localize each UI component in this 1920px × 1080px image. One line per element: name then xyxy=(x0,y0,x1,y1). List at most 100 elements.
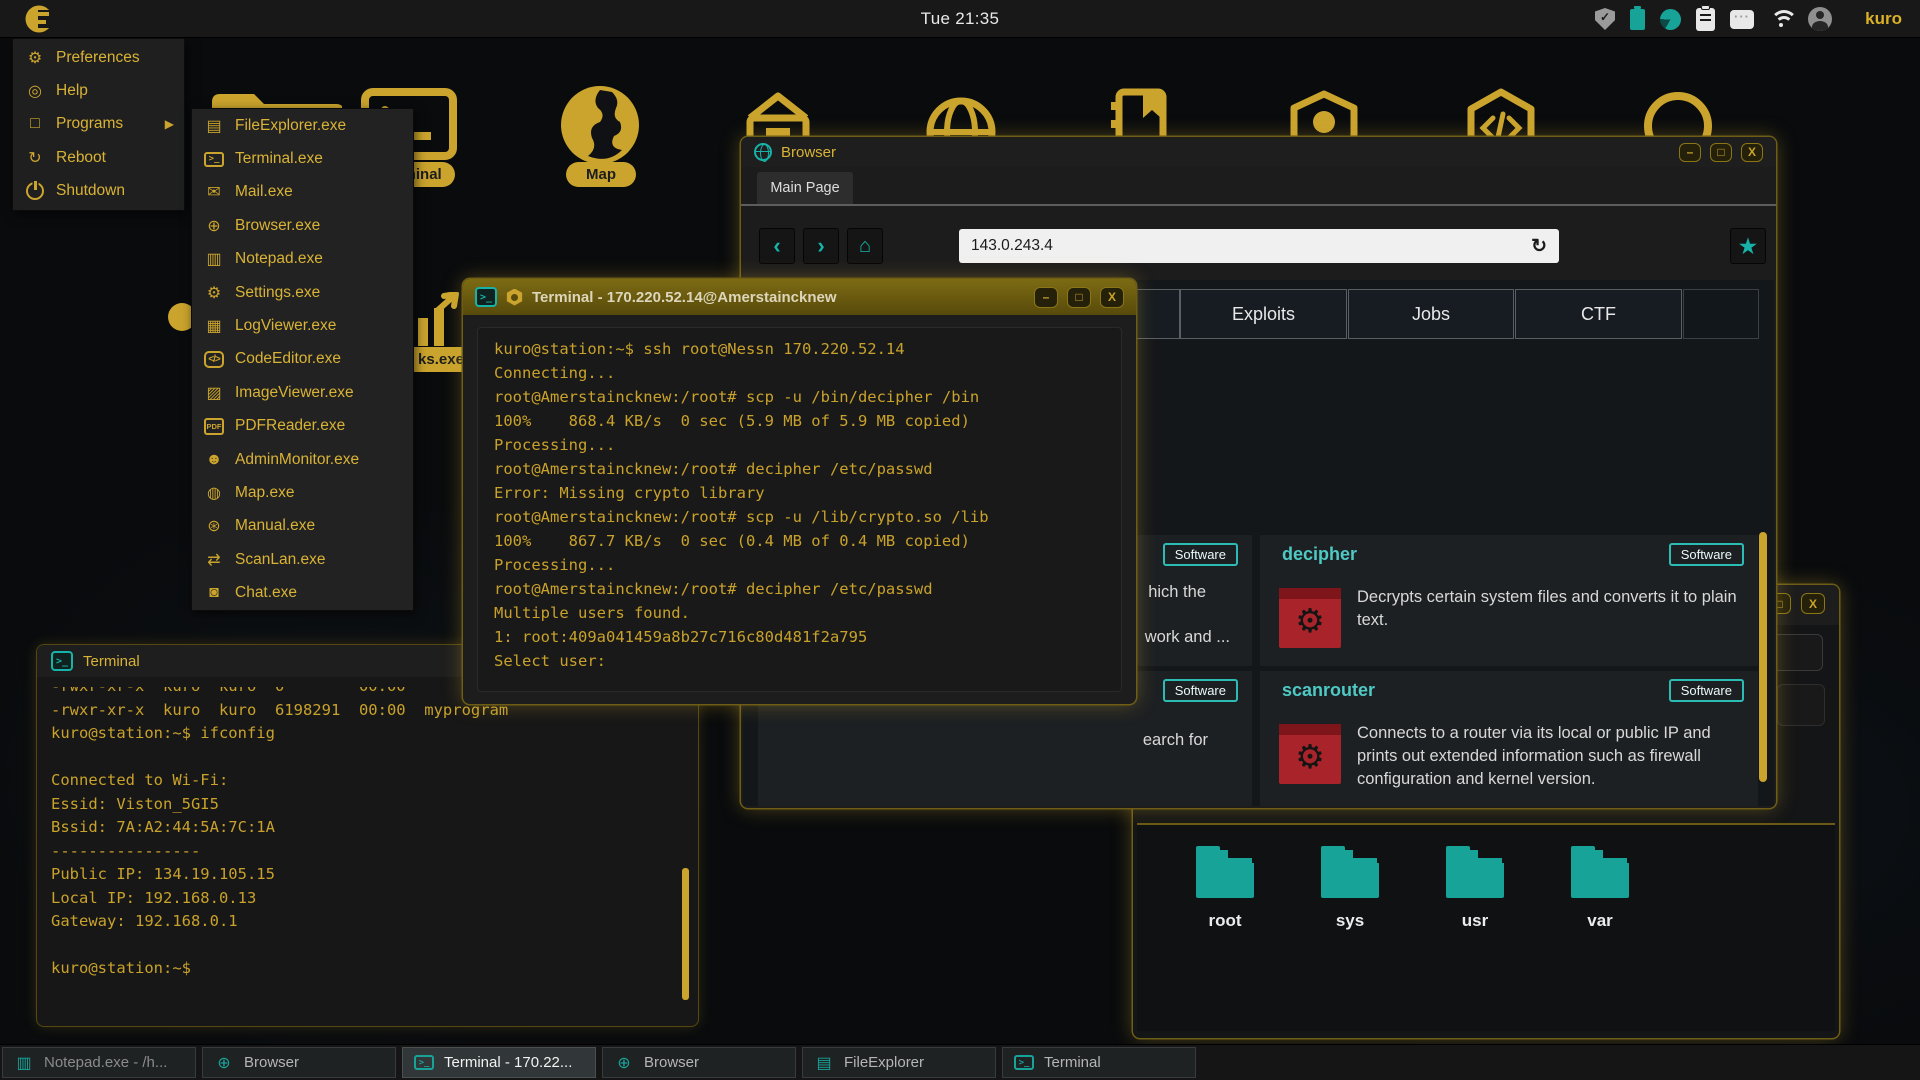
programs-item-map-exe[interactable]: ◍Map.exe xyxy=(192,476,413,509)
page-tab-jobs[interactable]: Jobs xyxy=(1348,289,1514,339)
programs-item-label: PDFReader.exe xyxy=(235,417,345,435)
programs-item-chat-exe[interactable]: ◙ Chat.exe xyxy=(192,576,413,609)
software-badge: Software xyxy=(1163,679,1238,702)
taskbar-item-label: Browser xyxy=(644,1054,699,1071)
programs-item-manual-exe[interactable]: ⊛Manual.exe xyxy=(192,510,413,543)
back-button[interactable]: ‹ xyxy=(759,228,795,264)
terminal-line: Processing... xyxy=(494,433,1105,457)
manual-icon: ⊛ xyxy=(204,516,224,536)
close-button[interactable]: X xyxy=(1801,593,1825,614)
home-button[interactable]: ⌂ xyxy=(847,228,883,264)
programs-item-fileexplorer-exe[interactable]: ▤FileExplorer.exe xyxy=(192,109,413,142)
battery-icon[interactable] xyxy=(1630,9,1645,30)
folder-sys[interactable]: sys xyxy=(1295,850,1405,931)
forward-button[interactable]: › xyxy=(803,228,839,264)
programs-item-logviewer-exe[interactable]: ▦LogViewer.exe xyxy=(192,309,413,342)
taskbar: ▥Notepad.exe - /h...⊕Browser>_Terminal -… xyxy=(0,1044,1920,1080)
submenu-arrow-icon: ▶ xyxy=(165,117,174,131)
page-scrollbar[interactable] xyxy=(1759,532,1767,782)
taskbar-item-browser[interactable]: ⊕Browser xyxy=(202,1047,396,1078)
terminal-line: 100% 868.4 KB/s 0 sec (5.9 MB of 5.9 MB … xyxy=(494,409,1105,433)
chat-icon[interactable] xyxy=(1730,10,1754,29)
close-button[interactable]: X xyxy=(1100,287,1124,308)
map-desktop-label[interactable]: Map xyxy=(566,162,636,187)
bookmark-button[interactable]: ★ xyxy=(1730,228,1766,264)
programs-item-label: Map.exe xyxy=(235,484,294,502)
programs-item-label: Browser.exe xyxy=(235,217,320,235)
terminal-line: ---------------- xyxy=(51,840,676,864)
maximize-button[interactable]: □ xyxy=(1710,143,1732,162)
card-title[interactable]: decipher xyxy=(1282,544,1357,565)
programs-item-settings-exe[interactable]: ⚙Settings.exe xyxy=(192,276,413,309)
terminal-line: Connected to Wi-Fi: xyxy=(51,769,676,793)
terminal-line: kuro@station:~$ ssh root@Nessn 170.220.5… xyxy=(494,337,1105,361)
card-title[interactable]: scanrouter xyxy=(1282,680,1375,701)
menu-item-preferences[interactable]: ⚙Preferences xyxy=(13,41,184,74)
card-description: Connects to a router via its local or pu… xyxy=(1357,722,1753,790)
username[interactable]: kuro xyxy=(1865,0,1902,38)
software-badge: Software xyxy=(1163,543,1238,566)
page-tab-exploits[interactable]: Exploits xyxy=(1180,289,1347,339)
terminal-line: root@Amerstaincknew:/root# scp -u /lib/c… xyxy=(494,505,1105,529)
map-desktop-icon[interactable] xyxy=(555,84,645,166)
user-avatar-icon[interactable] xyxy=(1808,7,1832,31)
clipboard-icon[interactable] xyxy=(1696,8,1715,31)
remote-terminal-output[interactable]: kuro@station:~$ ssh root@Nessn 170.220.5… xyxy=(477,327,1122,692)
terminal-icon: >_ xyxy=(51,651,73,671)
chat-icon: ◙ xyxy=(204,583,224,603)
programs-submenu: ▤FileExplorer.exe>_Terminal.exe✉Mail.exe… xyxy=(191,108,414,611)
page-tab-ctf[interactable]: CTF xyxy=(1515,289,1682,339)
programs-item-label: ScanLan.exe xyxy=(235,551,326,569)
taskbar-item-terminal[interactable]: >_Terminal xyxy=(1002,1047,1196,1078)
fileexplorer-toolbar-button[interactable] xyxy=(1777,684,1825,726)
programs-item-mail-exe[interactable]: ✉Mail.exe xyxy=(192,176,413,209)
browser-page-tab[interactable]: Main Page xyxy=(757,172,853,204)
programs-item-label: Chat.exe xyxy=(235,584,297,602)
taskbar-item-notepad-exe-h[interactable]: ▥Notepad.exe - /h... xyxy=(2,1047,196,1078)
menu-item-help[interactable]: ◎Help xyxy=(13,74,184,107)
programs-item-imageviewer-exe[interactable]: ▨ImageViewer.exe xyxy=(192,376,413,409)
code-icon: </> xyxy=(204,351,224,368)
wifi-icon[interactable] xyxy=(1769,10,1793,28)
software-card-scanrouter[interactable]: scanrouterSoftwareConnects to a router v… xyxy=(1260,671,1758,806)
folder-usr[interactable]: usr xyxy=(1420,850,1530,931)
shield-check-icon[interactable] xyxy=(1595,8,1615,30)
globe-icon: ⊕ xyxy=(214,1053,234,1073)
taskbar-item-browser[interactable]: ⊕Browser xyxy=(602,1047,796,1078)
programs-item-pdfreader-exe[interactable]: PDFPDFReader.exe xyxy=(192,410,413,443)
terminal-line: Bssid: 7A:A2:44:5A:7C:1A xyxy=(51,816,676,840)
folder-root[interactable]: root xyxy=(1170,850,1280,931)
app-gear-icon xyxy=(1279,588,1341,648)
folder-var[interactable]: var xyxy=(1545,850,1655,931)
remote-terminal-titlebar[interactable]: >_ Terminal - 170.220.52.14@Amerstainckn… xyxy=(463,279,1136,315)
menu-item-programs[interactable]: □Programs▶ xyxy=(13,108,184,141)
url-text[interactable]: 143.0.243.4 xyxy=(971,237,1531,255)
minimize-button[interactable]: – xyxy=(1034,287,1058,308)
card-description-fragment: hich the xyxy=(1148,583,1206,602)
terminal-line: Public IP: 134.19.105.15 xyxy=(51,863,676,887)
disk-usage-icon[interactable] xyxy=(1660,9,1681,30)
menu-item-shutdown[interactable]: Shutdown xyxy=(13,175,184,208)
browser-title: Browser xyxy=(781,144,1670,161)
terminal-line: root@Amerstaincknew:/root# decipher /etc… xyxy=(494,577,1105,601)
url-bar[interactable]: 143.0.243.4 ↻ xyxy=(959,229,1559,263)
local-terminal-output[interactable]: -rwxr-xr-x kuro kuro 0 00:00-rwxr-xr-x k… xyxy=(51,687,676,1016)
scanlan-icon: ⇄ xyxy=(204,550,224,570)
programs-item-terminal-exe[interactable]: >_Terminal.exe xyxy=(192,142,413,175)
menu-item-reboot[interactable]: ↻Reboot xyxy=(13,141,184,174)
software-badge: Software xyxy=(1669,543,1744,566)
programs-item-scanlan-exe[interactable]: ⇄ ScanLan.exe xyxy=(192,543,413,576)
browser-titlebar[interactable]: Browser – □ X xyxy=(741,137,1776,167)
minimize-button[interactable]: – xyxy=(1679,143,1701,162)
software-card-decipher[interactable]: decipherSoftwareDecrypts certain system … xyxy=(1260,535,1758,666)
taskbar-item-fileexplorer[interactable]: ▤FileExplorer xyxy=(802,1047,996,1078)
terminal-scrollbar[interactable] xyxy=(682,868,689,1000)
programs-item-notepad-exe[interactable]: ▥Notepad.exe xyxy=(192,243,413,276)
programs-item-adminmonitor-exe[interactable]: ☻AdminMonitor.exe xyxy=(192,443,413,476)
close-button[interactable]: X xyxy=(1741,143,1763,162)
refresh-icon[interactable]: ↻ xyxy=(1531,235,1547,258)
programs-item-browser-exe[interactable]: ⊕Browser.exe xyxy=(192,209,413,242)
taskbar-item-terminal-170-22[interactable]: >_Terminal - 170.22... xyxy=(402,1047,596,1078)
maximize-button[interactable]: □ xyxy=(1067,287,1091,308)
programs-item-codeeditor-exe[interactable]: </>CodeEditor.exe xyxy=(192,343,413,376)
